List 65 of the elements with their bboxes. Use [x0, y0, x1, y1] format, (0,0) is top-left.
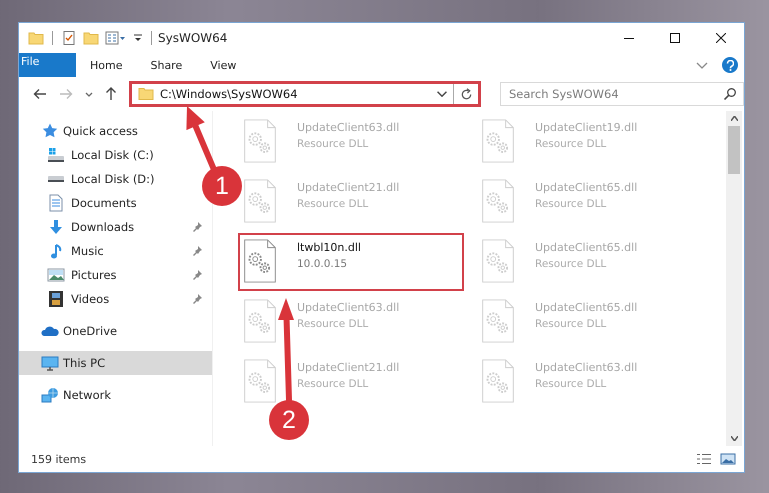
up-arrow-icon[interactable] [105, 87, 117, 101]
navigation-item[interactable]: Downloads [19, 215, 212, 239]
file-detail: Resource DLL [535, 138, 608, 150]
ribbon-tab[interactable]: Share [136, 53, 196, 77]
large-icons-view-icon[interactable] [720, 453, 736, 465]
picture-icon [47, 268, 65, 282]
file-detail: Resource DLL [535, 318, 608, 330]
folder-icon [138, 88, 154, 100]
navigation-item[interactable]: Network [19, 383, 116, 407]
drive-icon [47, 147, 65, 163]
document-icon [48, 194, 64, 212]
gear-document-icon [243, 239, 277, 283]
navigation-item[interactable]: Music [19, 239, 212, 263]
scroll-down-icon[interactable] [730, 436, 738, 441]
file-detail: Resource DLL [535, 198, 608, 210]
navigation-item[interactable]: OneDrive [19, 319, 122, 343]
film-icon [48, 290, 64, 308]
navigation-item[interactable]: Pictures [19, 263, 212, 287]
navigation-item[interactable]: Quick access [19, 119, 142, 143]
ribbon-tab[interactable]: View [196, 53, 250, 77]
chevron-down-icon[interactable] [85, 92, 93, 96]
music-note-icon [50, 242, 62, 260]
cloud-icon [41, 325, 59, 337]
pin-icon[interactable] [192, 270, 202, 280]
ribbon-tab[interactable]: Home [76, 53, 136, 77]
back-arrow-icon[interactable] [33, 88, 47, 100]
network-icon [41, 387, 59, 403]
scroll-up-icon[interactable] [730, 116, 738, 121]
refresh-icon[interactable] [460, 88, 473, 100]
pin-icon[interactable] [192, 246, 202, 256]
file-detail: Resource DLL [297, 198, 370, 210]
star-icon [41, 123, 59, 139]
file-detail: Resource DLL [297, 138, 370, 150]
close-icon[interactable] [716, 33, 726, 43]
search-field[interactable]: Search SysWOW64 [500, 82, 744, 106]
details-view-icon[interactable] [696, 453, 712, 465]
address-bar[interactable]: C:\Windows\SysWOW64 [129, 81, 481, 107]
file-tab[interactable]: File [19, 53, 76, 77]
monitor-icon [41, 356, 59, 370]
scrollbar-thumb[interactable] [728, 126, 740, 174]
help-button[interactable] [722, 57, 738, 73]
file-detail: Resource DLL [535, 258, 608, 270]
file-detail: Resource DLL [535, 378, 608, 390]
pin-icon[interactable] [192, 294, 202, 304]
maximize-icon[interactable] [670, 33, 680, 43]
pin-icon[interactable] [192, 222, 202, 232]
file-detail: Resource DLL [297, 318, 370, 330]
drive-icon [47, 175, 65, 183]
checklist-icon[interactable] [61, 30, 77, 46]
address-path[interactable]: C:\Windows\SysWOW64 [160, 87, 431, 101]
navigation-item[interactable]: Local Disk (C:) [19, 143, 158, 167]
scrollbar[interactable] [726, 111, 742, 446]
item-count: 159 items [31, 452, 86, 466]
file-name[interactable]: ltwbl10n.dll [297, 241, 361, 254]
chevron-down-icon[interactable] [437, 91, 447, 97]
navigation-item[interactable]: Videos [19, 287, 212, 311]
properties-icon[interactable] [105, 30, 127, 46]
navigation-item[interactable]: This PC [19, 351, 212, 375]
navigation-item[interactable]: Local Disk (D:) [19, 167, 159, 191]
file-detail: Resource DLL [297, 378, 370, 390]
navigation-item[interactable]: Documents [19, 191, 141, 215]
question-mark-icon[interactable] [726, 60, 734, 70]
download-arrow-icon [49, 219, 63, 235]
file-detail: 10.0.0.15 [297, 258, 348, 270]
window-title: SysWOW64 [158, 31, 228, 45]
